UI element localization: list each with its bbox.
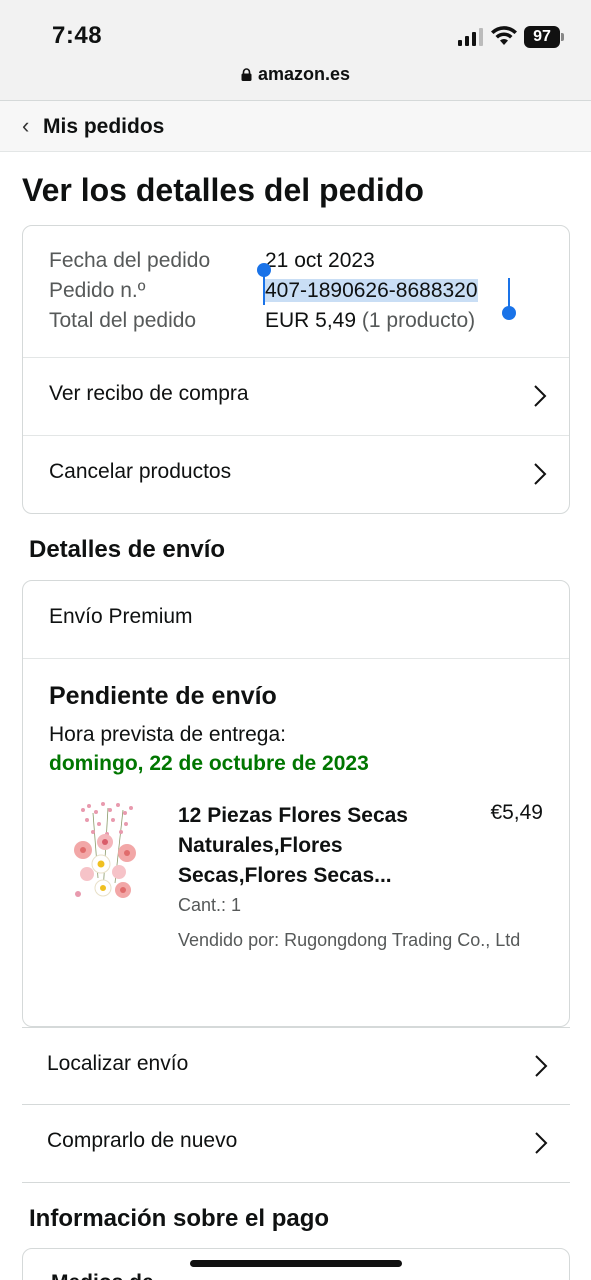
order-number-label: Pedido n.º xyxy=(49,279,146,302)
chevron-right-icon xyxy=(534,385,547,407)
product-seller: Vendido por: Rugongdong Trading Co., Ltd xyxy=(178,930,521,950)
cancel-items-link[interactable]: Cancelar productos xyxy=(23,435,569,513)
product-quantity: Cant.: 1 xyxy=(178,895,242,915)
status-time: 7:48 xyxy=(52,22,103,49)
order-number-value[interactable]: 407-1890626-8688320 xyxy=(265,279,478,302)
status-bar: 7:48 97 amazon.es xyxy=(0,0,591,100)
order-total-note: (1 producto) xyxy=(361,309,476,332)
chevron-right-icon xyxy=(534,463,547,485)
chevron-right-icon xyxy=(535,1132,548,1154)
chevron-left-icon: ‹ xyxy=(22,113,30,138)
track-package-label: Localizar envío xyxy=(47,1052,189,1075)
battery-icon: 97 xyxy=(524,26,564,48)
order-total-value: EUR 5,49 xyxy=(265,309,357,332)
order-total-label: Total del pedido xyxy=(49,309,197,332)
shipping-service: Envío Premium xyxy=(49,605,193,628)
home-indicator[interactable] xyxy=(190,1260,402,1267)
shipping-heading: Detalles de envío xyxy=(29,536,226,563)
shipment-status: Pendiente de envío xyxy=(49,682,277,710)
order-date-label: Fecha del pedido xyxy=(49,249,211,272)
address-bar[interactable]: amazon.es xyxy=(0,64,591,85)
buy-again-label: Comprarlo de nuevo xyxy=(47,1129,238,1152)
lock-icon xyxy=(241,68,252,81)
product-price: €5,49 xyxy=(490,801,543,824)
shipping-actions: Localizar envío Comprarlo de nuevo xyxy=(22,1027,570,1183)
receipt-link[interactable]: Ver recibo de compra xyxy=(23,357,569,435)
payment-method-label: Medios de xyxy=(51,1271,154,1280)
order-total-row: Total del pedido EUR 5,49 (1 producto) xyxy=(49,309,475,333)
buy-again-link[interactable]: Comprarlo de nuevo xyxy=(22,1105,570,1183)
eta-label: Hora prevista de entrega: xyxy=(49,723,286,746)
selection-end-handle[interactable] xyxy=(502,306,516,320)
order-date-value: 21 oct 2023 xyxy=(265,249,375,272)
payment-heading: Información sobre el pago xyxy=(29,1205,330,1232)
receipt-link-label: Ver recibo de compra xyxy=(49,382,249,405)
url-text: amazon.es xyxy=(257,64,351,84)
eta-date: domingo, 22 de octubre de 2023 xyxy=(49,752,369,775)
breadcrumb-label: Mis pedidos xyxy=(43,115,165,138)
breadcrumb[interactable]: ‹ Mis pedidos xyxy=(0,100,591,152)
product-thumbnail[interactable] xyxy=(63,798,153,906)
shipping-card: Envío Premium Pendiente de envío Hora pr… xyxy=(22,580,570,1027)
page-title: Ver los detalles del pedido xyxy=(22,172,424,208)
chevron-right-icon xyxy=(535,1055,548,1077)
selection-start-caret xyxy=(263,273,265,305)
cellular-signal-icon xyxy=(458,28,483,46)
product-title[interactable]: 12 Piezas Flores Secas Naturales,Flores … xyxy=(178,801,438,891)
track-package-link[interactable]: Localizar envío xyxy=(22,1027,570,1105)
cancel-items-label: Cancelar productos xyxy=(49,460,232,483)
order-date-row: Fecha del pedido 21 oct 2023 xyxy=(49,249,375,273)
order-summary-card: Fecha del pedido 21 oct 2023 Pedido n.º 40… xyxy=(22,225,570,514)
wifi-icon xyxy=(491,26,517,45)
selection-end-caret xyxy=(508,278,510,308)
battery-level: 97 xyxy=(524,26,560,48)
